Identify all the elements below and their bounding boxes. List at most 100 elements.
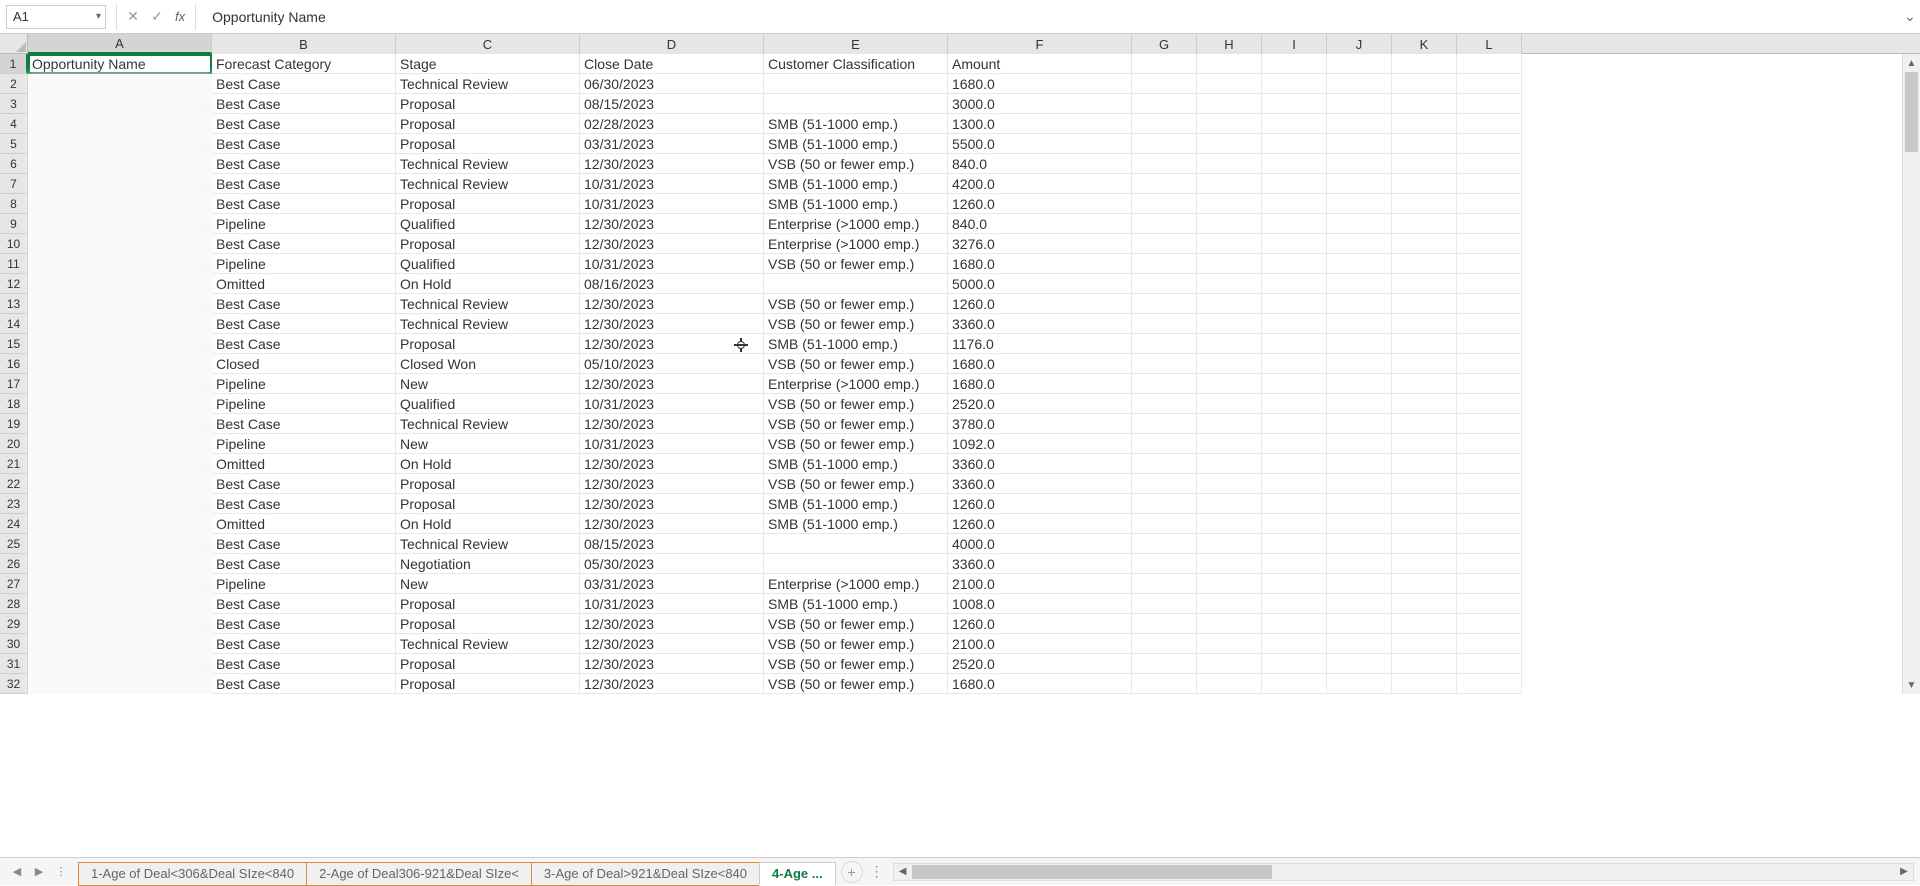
cell-F21[interactable]: 3360.0	[948, 454, 1132, 474]
cell-J7[interactable]	[1327, 174, 1392, 194]
cell-C23[interactable]: Proposal	[396, 494, 580, 514]
cell-J4[interactable]	[1327, 114, 1392, 134]
column-header-I[interactable]: I	[1262, 34, 1327, 54]
cell-F18[interactable]: 2520.0	[948, 394, 1132, 414]
cell-D31[interactable]: 12/30/2023	[580, 654, 764, 674]
cell-A2[interactable]	[28, 74, 212, 94]
row-header-28[interactable]: 28	[0, 594, 28, 614]
row-header-8[interactable]: 8	[0, 194, 28, 214]
row-header-17[interactable]: 17	[0, 374, 28, 394]
cell-L31[interactable]	[1457, 654, 1522, 674]
cell-B28[interactable]: Best Case	[212, 594, 396, 614]
cell-L23[interactable]	[1457, 494, 1522, 514]
cell-H7[interactable]	[1197, 174, 1262, 194]
cell-G31[interactable]	[1132, 654, 1197, 674]
cell-A19[interactable]	[28, 414, 212, 434]
row-header-12[interactable]: 12	[0, 274, 28, 294]
row-header-10[interactable]: 10	[0, 234, 28, 254]
cell-L15[interactable]	[1457, 334, 1522, 354]
cell-E20[interactable]: VSB (50 or fewer emp.)	[764, 434, 948, 454]
cell-K7[interactable]	[1392, 174, 1457, 194]
cell-G13[interactable]	[1132, 294, 1197, 314]
cell-C22[interactable]: Proposal	[396, 474, 580, 494]
cell-A15[interactable]	[28, 334, 212, 354]
row-header-20[interactable]: 20	[0, 434, 28, 454]
cell-E16[interactable]: VSB (50 or fewer emp.)	[764, 354, 948, 374]
cell-K26[interactable]	[1392, 554, 1457, 574]
cell-J25[interactable]	[1327, 534, 1392, 554]
cell-J21[interactable]	[1327, 454, 1392, 474]
cell-H1[interactable]	[1197, 54, 1262, 74]
cell-B12[interactable]: Omitted	[212, 274, 396, 294]
cell-H14[interactable]	[1197, 314, 1262, 334]
cell-L21[interactable]	[1457, 454, 1522, 474]
cell-J29[interactable]	[1327, 614, 1392, 634]
cell-E9[interactable]: Enterprise (>1000 emp.)	[764, 214, 948, 234]
cell-D28[interactable]: 10/31/2023	[580, 594, 764, 614]
cell-E22[interactable]: VSB (50 or fewer emp.)	[764, 474, 948, 494]
cell-G23[interactable]	[1132, 494, 1197, 514]
cell-K21[interactable]	[1392, 454, 1457, 474]
cell-I21[interactable]	[1262, 454, 1327, 474]
cell-G26[interactable]	[1132, 554, 1197, 574]
cell-K25[interactable]	[1392, 534, 1457, 554]
cell-E12[interactable]	[764, 274, 948, 294]
cell-E28[interactable]: SMB (51-1000 emp.)	[764, 594, 948, 614]
cell-D30[interactable]: 12/30/2023	[580, 634, 764, 654]
cell-E27[interactable]: Enterprise (>1000 emp.)	[764, 574, 948, 594]
cell-B8[interactable]: Best Case	[212, 194, 396, 214]
hscroll-thumb[interactable]	[912, 865, 1272, 879]
column-header-K[interactable]: K	[1392, 34, 1457, 54]
cell-G2[interactable]	[1132, 74, 1197, 94]
cell-H8[interactable]	[1197, 194, 1262, 214]
cell-L19[interactable]	[1457, 414, 1522, 434]
cell-J16[interactable]	[1327, 354, 1392, 374]
cell-A3[interactable]	[28, 94, 212, 114]
cell-F27[interactable]: 2100.0	[948, 574, 1132, 594]
cell-C10[interactable]: Proposal	[396, 234, 580, 254]
cell-D3[interactable]: 08/15/2023	[580, 94, 764, 114]
cell-G21[interactable]	[1132, 454, 1197, 474]
vertical-scrollbar[interactable]: ▲ ▼	[1902, 54, 1920, 694]
cell-I9[interactable]	[1262, 214, 1327, 234]
sheet-nav-prev-icon[interactable]: ◀	[8, 863, 26, 881]
cell-F29[interactable]: 1260.0	[948, 614, 1132, 634]
cell-F6[interactable]: 840.0	[948, 154, 1132, 174]
cell-A1[interactable]: Opportunity Name	[28, 54, 212, 74]
cell-E5[interactable]: SMB (51-1000 emp.)	[764, 134, 948, 154]
cell-H17[interactable]	[1197, 374, 1262, 394]
sheet-tab[interactable]: 2-Age of Deal306-921&Deal SIze<	[306, 862, 532, 886]
cell-A25[interactable]	[28, 534, 212, 554]
cell-I5[interactable]	[1262, 134, 1327, 154]
cell-I2[interactable]	[1262, 74, 1327, 94]
add-sheet-button[interactable]: +	[841, 861, 863, 883]
cell-H5[interactable]	[1197, 134, 1262, 154]
cell-A8[interactable]	[28, 194, 212, 214]
cell-B27[interactable]: Pipeline	[212, 574, 396, 594]
row-header-4[interactable]: 4	[0, 114, 28, 134]
cell-D24[interactable]: 12/30/2023	[580, 514, 764, 534]
fx-label[interactable]: fx	[175, 9, 185, 24]
cell-E17[interactable]: Enterprise (>1000 emp.)	[764, 374, 948, 394]
column-header-H[interactable]: H	[1197, 34, 1262, 54]
cell-D13[interactable]: 12/30/2023	[580, 294, 764, 314]
cell-F30[interactable]: 2100.0	[948, 634, 1132, 654]
cell-K13[interactable]	[1392, 294, 1457, 314]
cell-I3[interactable]	[1262, 94, 1327, 114]
cell-G19[interactable]	[1132, 414, 1197, 434]
cell-E26[interactable]	[764, 554, 948, 574]
cell-E21[interactable]: SMB (51-1000 emp.)	[764, 454, 948, 474]
cell-J11[interactable]	[1327, 254, 1392, 274]
cell-D4[interactable]: 02/28/2023	[580, 114, 764, 134]
scroll-thumb[interactable]	[1905, 72, 1918, 152]
scroll-down-icon[interactable]: ▼	[1903, 676, 1920, 694]
cell-H11[interactable]	[1197, 254, 1262, 274]
cell-G1[interactable]	[1132, 54, 1197, 74]
cell-B26[interactable]: Best Case	[212, 554, 396, 574]
cell-A16[interactable]	[28, 354, 212, 374]
cell-D23[interactable]: 12/30/2023	[580, 494, 764, 514]
cell-F22[interactable]: 3360.0	[948, 474, 1132, 494]
cell-D19[interactable]: 12/30/2023	[580, 414, 764, 434]
cell-I13[interactable]	[1262, 294, 1327, 314]
cell-D18[interactable]: 10/31/2023	[580, 394, 764, 414]
